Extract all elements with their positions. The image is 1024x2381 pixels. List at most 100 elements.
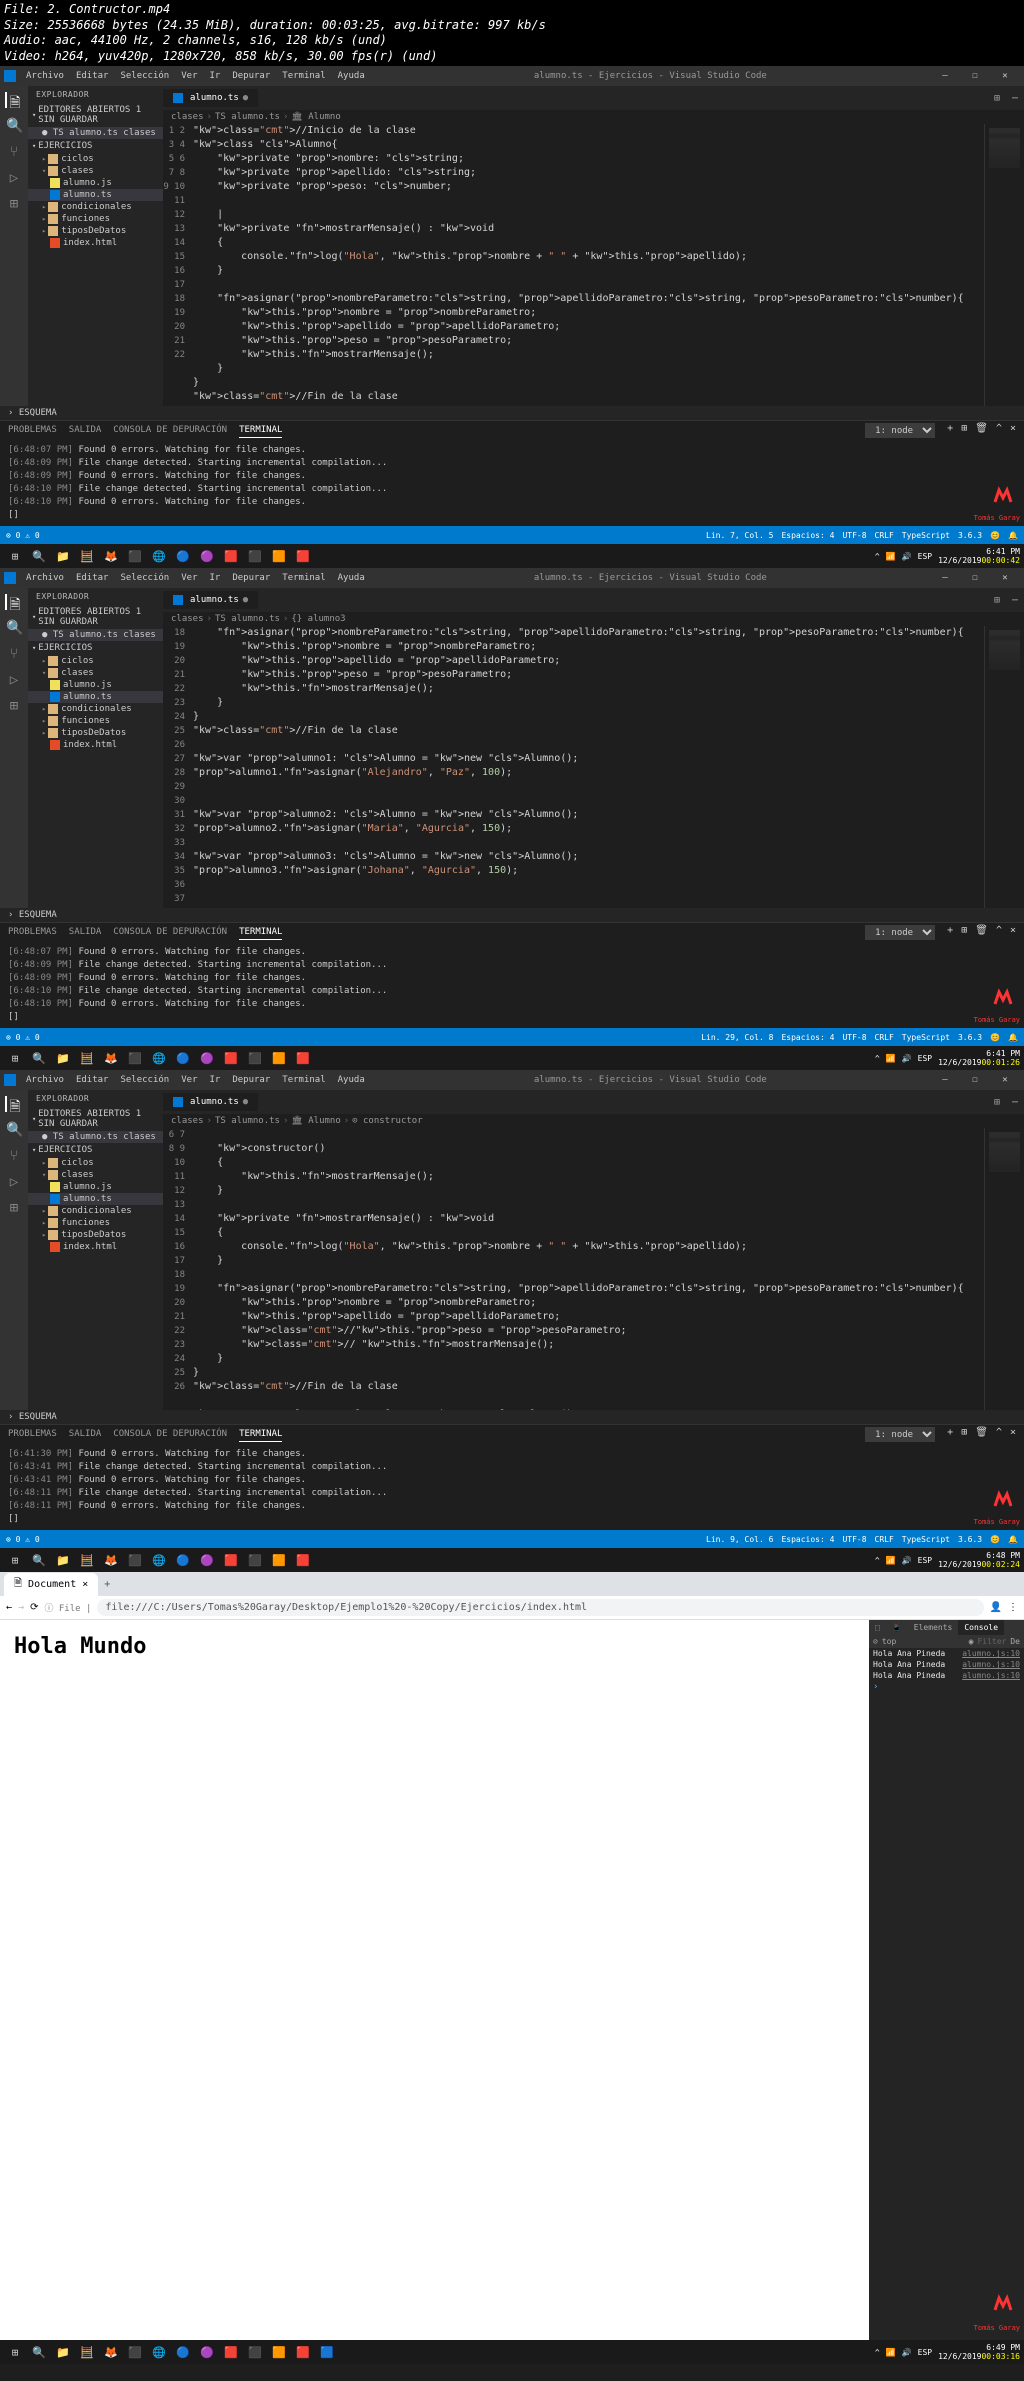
tray-chevron-icon[interactable]: ^ — [875, 1556, 880, 1565]
taskbar-app-icon[interactable]: ⬛ — [244, 2343, 266, 2361]
taskbar-app-icon[interactable]: 🦊 — [100, 1049, 122, 1067]
tray-chevron-icon[interactable]: ^ — [875, 1054, 880, 1063]
taskbar-app-icon[interactable]: 🧮 — [76, 1049, 98, 1067]
taskbar-app-icon[interactable]: 🧮 — [76, 2343, 98, 2361]
taskbar-app-icon[interactable]: 🧮 — [76, 547, 98, 565]
new-terminal-icon[interactable]: + — [947, 925, 953, 940]
new-tab-button[interactable]: + — [98, 1579, 116, 1590]
file-item[interactable]: index.html — [28, 739, 163, 751]
taskbar-app-icon[interactable]: 🟥 — [220, 547, 242, 565]
chevron-up-icon[interactable]: ^ — [996, 423, 1002, 438]
taskbar-app-icon[interactable]: 🔍 — [28, 2343, 50, 2361]
git-icon[interactable]: ⑂ — [6, 646, 22, 662]
close-panel-icon[interactable]: × — [1010, 925, 1016, 940]
taskbar-app-icon[interactable]: ⬛ — [124, 1551, 146, 1569]
split-terminal-icon[interactable]: ⊞ — [961, 925, 967, 940]
menu-item[interactable]: Selección — [114, 573, 175, 583]
menu-item[interactable]: Editar — [70, 1075, 115, 1085]
status-errors[interactable]: ⊗ 0 ⚠ 0 — [6, 1535, 40, 1544]
ts-version[interactable]: 3.6.3 — [958, 1033, 982, 1042]
language-indicator[interactable]: ESP — [918, 1556, 932, 1565]
new-terminal-icon[interactable]: + — [947, 423, 953, 438]
chevron-up-icon[interactable]: ^ — [996, 925, 1002, 940]
editor-tab[interactable]: alumno.ts ● — [163, 89, 258, 107]
project-section[interactable]: EJERCICIOS — [28, 1143, 163, 1157]
file-item[interactable]: index.html — [28, 1241, 163, 1253]
cursor-position[interactable]: Lin. 9, Col. 6 — [706, 1535, 773, 1544]
taskbar-app-icon[interactable]: 🟦 — [316, 2343, 338, 2361]
folder-item[interactable]: condicionales — [28, 201, 163, 213]
taskbar-app-icon[interactable]: 🟧 — [268, 547, 290, 565]
project-section[interactable]: EJERCICIOS — [28, 139, 163, 153]
git-icon[interactable]: ⑂ — [6, 1148, 22, 1164]
ts-version[interactable]: 3.6.3 — [958, 531, 982, 540]
clock-date[interactable]: 12/6/201900:02:24 — [938, 1560, 1020, 1569]
taskbar-app-icon[interactable]: ⬛ — [244, 547, 266, 565]
breadcrumb[interactable]: clases›TS alumno.ts›🏛 Alumno›⊙ construct… — [163, 1114, 1024, 1128]
taskbar-app-icon[interactable]: 🟣 — [196, 1551, 218, 1569]
outline-section[interactable]: ESQUEMA — [0, 908, 1024, 922]
taskbar-app-icon[interactable]: ⊞ — [4, 547, 26, 565]
avatar-icon[interactable]: 👤 — [990, 1602, 1002, 1613]
open-editors-section[interactable]: EDITORES ABIERTOS 1 SIN GUARDAR — [28, 103, 163, 127]
minimize-icon[interactable]: — — [930, 71, 960, 81]
tab-elements[interactable]: Elements — [908, 1620, 959, 1635]
menu-item[interactable]: Editar — [70, 573, 115, 583]
maximize-icon[interactable]: ☐ — [960, 71, 990, 81]
panel-tab[interactable]: CONSOLA DE DEPURACIÓN — [113, 925, 227, 940]
close-icon[interactable]: ✕ — [990, 71, 1020, 81]
menu-item[interactable]: Selección — [114, 71, 175, 81]
panel-tab[interactable]: PROBLEMAS — [8, 1427, 57, 1442]
menu-item[interactable]: Terminal — [276, 1075, 331, 1085]
taskbar-app-icon[interactable]: 🟧 — [268, 1551, 290, 1569]
code-editor[interactable]: 18 19 20 21 22 23 24 25 26 27 28 29 30 3… — [163, 626, 1024, 908]
url-input[interactable]: file:///C:/Users/Tomas%20Garay/Desktop/E… — [97, 1599, 983, 1616]
folder-item[interactable]: ciclos — [28, 1157, 163, 1169]
taskbar-app-icon[interactable]: 🟣 — [196, 2343, 218, 2361]
maximize-icon[interactable]: ☐ — [960, 573, 990, 583]
taskbar-app-icon[interactable]: 🟧 — [268, 2343, 290, 2361]
taskbar-app-icon[interactable]: ⬛ — [124, 547, 146, 565]
panel-tab[interactable]: PROBLEMAS — [8, 925, 57, 940]
encoding-status[interactable]: UTF-8 — [842, 1033, 866, 1042]
split-terminal-icon[interactable]: ⊞ — [961, 1427, 967, 1442]
split-icon[interactable]: ⊞ — [988, 93, 1006, 104]
menu-item[interactable]: Archivo — [20, 1075, 70, 1085]
folder-item[interactable]: tiposDeDatos — [28, 225, 163, 237]
eol-status[interactable]: CRLF — [875, 531, 894, 540]
file-item[interactable]: alumno.ts — [28, 691, 163, 703]
maximize-icon[interactable]: ☐ — [960, 1075, 990, 1085]
menu-item[interactable]: Ver — [175, 71, 203, 81]
terminal-output[interactable]: [6:41:30 PM] Found 0 errors. Watching fo… — [0, 1444, 1024, 1530]
language-indicator[interactable]: ESP — [918, 2348, 932, 2357]
feedback-icon[interactable]: 😊 — [990, 1033, 1000, 1042]
menu-item[interactable]: Archivo — [20, 573, 70, 583]
tab-dirty-icon[interactable]: ● — [243, 595, 248, 605]
code-editor[interactable]: 1 2 3 4 5 6 7 8 9 10 11 12 13 14 15 16 1… — [163, 124, 1024, 406]
more-icon[interactable]: ⋯ — [1006, 595, 1024, 606]
feedback-icon[interactable]: 😊 — [990, 1535, 1000, 1544]
folder-item[interactable]: ciclos — [28, 655, 163, 667]
file-item[interactable]: alumno.ts — [28, 1193, 163, 1205]
menu-icon[interactable]: ⋮ — [1008, 1602, 1018, 1613]
cursor-position[interactable]: Lin. 29, Col. 8 — [701, 1033, 773, 1042]
folder-item[interactable]: clases — [28, 1169, 163, 1181]
file-item[interactable]: index.html — [28, 237, 163, 249]
trash-icon[interactable]: 🗑 — [975, 925, 988, 940]
debug-icon[interactable]: ▷ — [6, 1174, 22, 1190]
menu-item[interactable]: Depurar — [226, 1075, 276, 1085]
minimap[interactable] — [984, 626, 1024, 908]
debug-icon[interactable]: ▷ — [6, 672, 22, 688]
explorer-icon[interactable]: 🗎 — [5, 594, 21, 610]
file-item[interactable]: alumno.ts — [28, 189, 163, 201]
menu-item[interactable]: Selección — [114, 1075, 175, 1085]
split-icon[interactable]: ⊞ — [988, 595, 1006, 606]
panel-tab[interactable]: TERMINAL — [239, 1427, 282, 1442]
panel-tab[interactable]: SALIDA — [69, 1427, 102, 1442]
close-icon[interactable]: × — [82, 1579, 88, 1590]
menu-item[interactable]: Depurar — [226, 573, 276, 583]
language-status[interactable]: TypeScript — [902, 1535, 950, 1544]
close-icon[interactable]: ✕ — [990, 1075, 1020, 1085]
taskbar-app-icon[interactable]: 🌐 — [148, 547, 170, 565]
taskbar-app-icon[interactable]: 🟧 — [268, 1049, 290, 1067]
